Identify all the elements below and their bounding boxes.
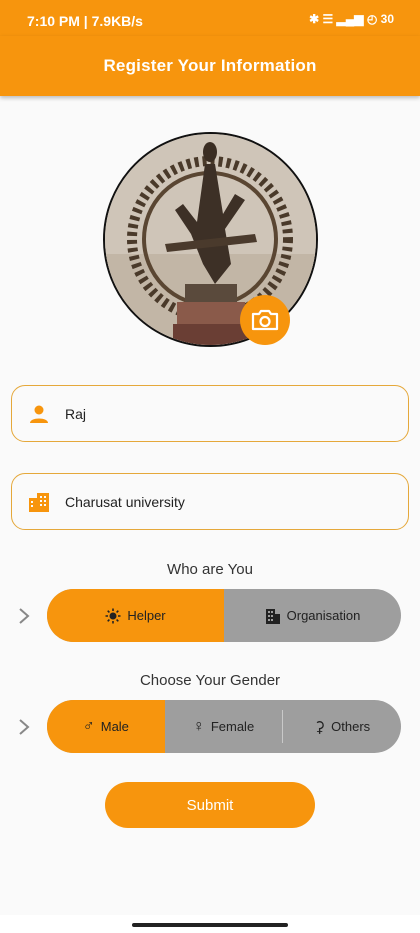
gender-option-female[interactable]: ♀ Female (165, 700, 283, 753)
gender-option-label: Others (331, 719, 371, 734)
gender-option-label: Female (210, 719, 255, 734)
chevron-right-icon (14, 606, 34, 626)
role-option-helper[interactable]: Helper (47, 589, 224, 642)
profile-photo[interactable] (103, 132, 318, 347)
gender-option-male[interactable]: ♂ Male (47, 700, 165, 753)
role-option-organisation[interactable]: Organisation (224, 589, 401, 642)
home-indicator[interactable] (132, 923, 288, 927)
office-building-icon (265, 608, 280, 624)
status-bar: 7:10 PM | 7.9KB/s ✱ ☰ ▂▄▆ ◴ 30 (0, 0, 420, 36)
submit-button[interactable]: Submit (105, 782, 315, 828)
home-indicator-bar (0, 915, 420, 933)
page-title: Register Your Information (103, 56, 317, 75)
gender-toggle: ♂ Male ♀ Female ⚳ Others (47, 700, 401, 753)
role-toggle: Helper Organisation (47, 589, 401, 642)
organisation-field[interactable] (11, 473, 409, 530)
status-icons: ✱ ☰ ▂▄▆ ◴ 30 (309, 12, 394, 26)
organisation-input[interactable] (63, 492, 387, 511)
submit-label: Submit (186, 796, 234, 814)
role-option-label: Organisation (286, 608, 361, 623)
role-label: Who are You (167, 561, 253, 578)
chevron-right-icon (14, 717, 34, 737)
person-icon (26, 401, 52, 427)
gender-option-others[interactable]: ⚳ Others (283, 700, 401, 753)
gender-option-label: Male (100, 719, 129, 734)
female-icon: ♀ (192, 717, 205, 735)
building-icon (26, 489, 52, 515)
role-option-label: Helper (127, 608, 166, 623)
change-photo-button[interactable] (240, 295, 290, 345)
app-bar: Register Your Information (0, 36, 420, 96)
name-input[interactable] (63, 404, 387, 423)
camera-icon (251, 309, 279, 331)
gender-label: Choose Your Gender (139, 672, 281, 689)
status-time: 7:10 PM | 7.9KB/s (27, 13, 143, 29)
sun-icon (105, 608, 121, 623)
name-field[interactable] (11, 385, 409, 442)
male-icon: ♂ (82, 717, 95, 735)
transgender-icon: ⚳ (314, 718, 326, 736)
